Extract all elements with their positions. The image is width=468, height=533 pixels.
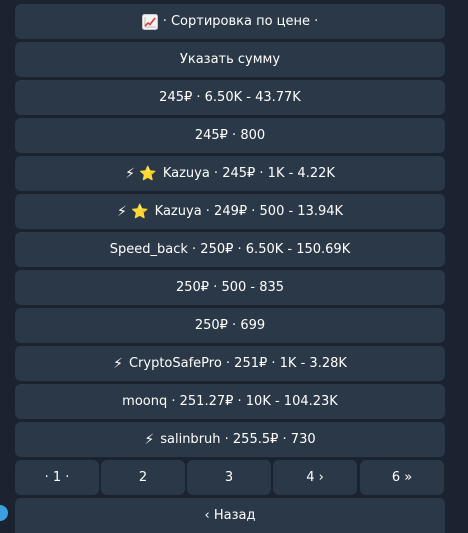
- offer-button[interactable]: ⚡ salinbruh · 255.5₽ · 730: [15, 422, 445, 457]
- offer-label: Kazuya · 249₽ · 500 - 13.94K: [154, 204, 344, 219]
- back-label: ‹ Назад: [204, 508, 256, 523]
- offer-badges: ⚡ ⭐: [125, 165, 157, 182]
- offer-button[interactable]: 245₽ · 6.50K - 43.77K: [15, 80, 445, 115]
- offer-label: 250₽ · 699: [194, 318, 266, 333]
- offer-label: 245₽ · 6.50K - 43.77K: [159, 90, 301, 105]
- offer-label: 250₽ · 500 - 835: [175, 280, 285, 295]
- offer-button[interactable]: ⚡ CryptoSafePro · 251₽ · 1K - 3.28K: [15, 346, 445, 381]
- offer-label: Kazuya · 245₽ · 1K - 4.22K: [162, 166, 335, 181]
- pagination: · 1 · 2 3 4 › 6 »: [15, 460, 445, 495]
- offer-label: Speed_back · 250₽ · 6.50K - 150.69K: [109, 242, 351, 257]
- sort-by-price-button[interactable]: · Сортировка по цене ·: [15, 4, 445, 39]
- page-button[interactable]: 3: [187, 460, 271, 495]
- custom-amount-button[interactable]: Указать сумму: [15, 42, 445, 77]
- chart-increasing-icon: [141, 13, 158, 30]
- offer-label: salinbruh · 255.5₽ · 730: [160, 432, 316, 447]
- offer-button[interactable]: 250₽ · 699: [15, 308, 445, 343]
- back-button[interactable]: ‹ Назад: [15, 498, 445, 533]
- offer-button[interactable]: 245₽ · 800: [15, 118, 445, 153]
- custom-amount-label: Указать сумму: [179, 52, 281, 67]
- offer-label: 245₽ · 800: [194, 128, 266, 143]
- offer-button[interactable]: ⚡ ⭐ Kazuya · 249₽ · 500 - 13.94K: [15, 194, 445, 229]
- offer-badges: ⚡: [144, 431, 155, 448]
- sort-by-price-label: · Сортировка по цене ·: [162, 14, 319, 29]
- offer-badges: ⚡ ⭐: [116, 203, 149, 220]
- next-page-button[interactable]: 4 ›: [273, 460, 357, 495]
- offer-button[interactable]: ⚡ ⭐ Kazuya · 245₽ · 1K - 4.22K: [15, 156, 445, 191]
- scroll-to-bottom-icon[interactable]: [0, 505, 8, 521]
- offer-button[interactable]: 250₽ · 500 - 835: [15, 270, 445, 305]
- offer-button[interactable]: moonq · 251.27₽ · 10K - 104.23K: [15, 384, 445, 419]
- offer-badges: ⚡: [113, 355, 123, 372]
- page-button-current[interactable]: · 1 ·: [15, 460, 99, 495]
- offer-button[interactable]: Speed_back · 250₽ · 6.50K - 150.69K: [15, 232, 445, 267]
- page-button[interactable]: 2: [101, 460, 185, 495]
- offer-label: moonq · 251.27₽ · 10K - 104.23K: [122, 394, 338, 409]
- last-page-button[interactable]: 6 »: [360, 460, 444, 495]
- offer-label: CryptoSafePro · 251₽ · 1K - 3.28K: [128, 356, 347, 371]
